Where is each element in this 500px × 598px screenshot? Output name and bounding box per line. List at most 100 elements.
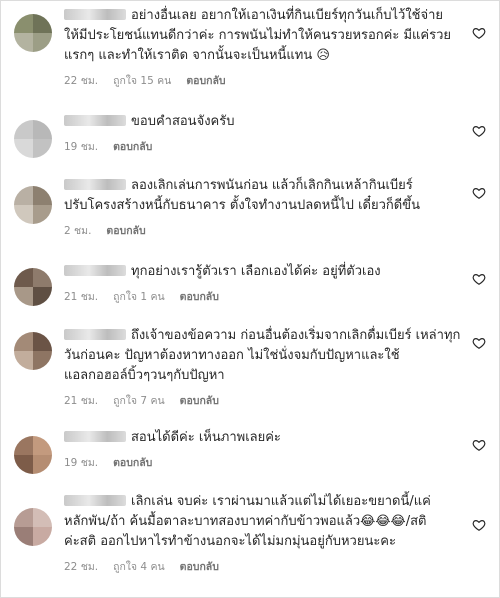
avatar-pixel bbox=[33, 455, 52, 474]
avatar-pixel bbox=[14, 436, 33, 455]
avatar[interactable] bbox=[14, 508, 52, 546]
comment-time: 22 ชม. bbox=[64, 561, 99, 573]
comment-body: สอนได้ดีค่ะ เห็นภาพเลยค่ะ 19 ชม. ตอบกลับ bbox=[64, 428, 464, 471]
reply-button[interactable]: ตอบกลับ bbox=[106, 225, 145, 237]
comment-text: ขอบคำสอนจังครับ bbox=[64, 112, 464, 132]
comment-line: อย่างอื่นเลย อยากให้เอาเงินที่กินเบียร์ท… bbox=[131, 8, 444, 23]
likes-count[interactable]: ถูกใจ 7 คน bbox=[113, 395, 165, 407]
comment-body: ลองเลิกเล่นการพนันก่อน แล้วก็เลิกกินเหล้… bbox=[64, 176, 464, 239]
comment-line: แรกๆ และทำให้เราติด จากนั้นจะเป็นหนี้แทน… bbox=[64, 48, 330, 63]
comment-time: 2 ชม. bbox=[64, 225, 92, 237]
comment-line: ทุกอย่างเรารู้ตัวเรา เลือกเองได้ค่ะ อยู่… bbox=[131, 264, 381, 279]
avatar-pixel bbox=[33, 33, 52, 52]
heart-icon[interactable] bbox=[472, 26, 486, 40]
heart-icon[interactable] bbox=[472, 518, 486, 532]
avatar[interactable] bbox=[14, 186, 52, 224]
likes-count[interactable]: ถูกใจ 4 คน bbox=[113, 561, 165, 573]
comment-meta: 19 ชม. ตอบกลับ bbox=[64, 454, 464, 471]
comment-body: ถึงเจ้าของข้อความ ก่อนอื่นต้องเริ่มจากเล… bbox=[64, 326, 464, 409]
avatar-pixel bbox=[14, 120, 33, 139]
avatar-pixel bbox=[14, 33, 33, 52]
heart-icon[interactable] bbox=[472, 124, 486, 138]
username-blurred[interactable] bbox=[64, 495, 126, 506]
avatar[interactable] bbox=[14, 436, 52, 474]
avatar-pixel bbox=[33, 14, 52, 33]
avatar-pixel bbox=[33, 205, 52, 224]
comment-body: ขอบคำสอนจังครับ 19 ชม. ตอบกลับ bbox=[64, 112, 464, 155]
comment-text: สอนได้ดีค่ะ เห็นภาพเลยค่ะ bbox=[64, 428, 464, 448]
username-blurred[interactable] bbox=[64, 9, 126, 20]
comment-text: ทุกอย่างเรารู้ตัวเรา เลือกเองได้ค่ะ อยู่… bbox=[64, 262, 464, 282]
avatar-pixel bbox=[33, 508, 52, 527]
avatar-pixel bbox=[14, 455, 33, 474]
comment-meta: 21 ชม. ถูกใจ 1 คน ตอบกลับ bbox=[64, 288, 464, 305]
avatar-pixel bbox=[14, 14, 33, 33]
username-blurred[interactable] bbox=[64, 115, 126, 126]
comment-line: ปรับโครงสร้างหนี้กับธนาคาร ตั้งใจทำงานปล… bbox=[64, 198, 420, 213]
comment-line: เลิกเล่น จบค่ะ เราผ่านมาแล้วแต่ไม่ได้เยอ… bbox=[131, 494, 431, 509]
avatar-pixel bbox=[33, 351, 52, 370]
comment-line: หลักพัน/ถ้า ค้นมื้อตาละบาทสองบาทค่ากับข้… bbox=[64, 514, 427, 529]
heart-icon[interactable] bbox=[472, 336, 486, 350]
reply-button[interactable]: ตอบกลับ bbox=[113, 457, 152, 469]
heart-icon[interactable] bbox=[472, 438, 486, 452]
comment-time: 21 ชม. bbox=[64, 291, 99, 303]
heart-icon[interactable] bbox=[472, 186, 486, 200]
comment-line: ค่ะสติ ออกไปหาไรทำข้างนอกจะได้ไม่มกมุ่นอ… bbox=[64, 534, 396, 549]
comment-body: เลิกเล่น จบค่ะ เราผ่านมาแล้วแต่ไม่ได้เยอ… bbox=[64, 492, 464, 575]
comment-text: ถึงเจ้าของข้อความ ก่อนอื่นต้องเริ่มจากเล… bbox=[64, 326, 464, 386]
avatar-pixel bbox=[33, 287, 52, 306]
comment-time: 19 ชม. bbox=[64, 141, 99, 153]
reply-button[interactable]: ตอบกลับ bbox=[180, 395, 219, 407]
comment-time: 19 ชม. bbox=[64, 457, 99, 469]
avatar-pixel bbox=[14, 268, 33, 287]
likes-count[interactable]: ถูกใจ 1 คน bbox=[113, 291, 165, 303]
avatar-pixel bbox=[14, 139, 33, 158]
reply-button[interactable]: ตอบกลับ bbox=[113, 141, 152, 153]
comment-line: สอนได้ดีค่ะ เห็นภาพเลยค่ะ bbox=[131, 430, 281, 445]
reply-button[interactable]: ตอบกลับ bbox=[180, 561, 219, 573]
avatar-pixel bbox=[33, 120, 52, 139]
heart-icon[interactable] bbox=[472, 272, 486, 286]
avatar-pixel bbox=[14, 351, 33, 370]
comment-text: ลองเลิกเล่นการพนันก่อน แล้วก็เลิกกินเหล้… bbox=[64, 176, 464, 216]
avatar-pixel bbox=[33, 139, 52, 158]
comment-time: 22 ชม. bbox=[64, 75, 99, 87]
username-blurred[interactable] bbox=[64, 265, 126, 276]
avatar-pixel bbox=[33, 332, 52, 351]
avatar-pixel bbox=[14, 527, 33, 546]
username-blurred[interactable] bbox=[64, 179, 126, 190]
comment-meta: 22 ชม. ถูกใจ 4 คน ตอบกลับ bbox=[64, 558, 464, 575]
avatar-pixel bbox=[14, 287, 33, 306]
likes-count[interactable]: ถูกใจ 15 คน bbox=[113, 75, 171, 87]
comment-meta: 22 ชม. ถูกใจ 15 คน ตอบกลับ bbox=[64, 72, 464, 89]
comment-time: 21 ชม. bbox=[64, 395, 99, 407]
comment-line: ถึงเจ้าของข้อความ ก่อนอื่นต้องเริ่มจากเล… bbox=[131, 328, 461, 343]
avatar-pixel bbox=[33, 527, 52, 546]
avatar[interactable] bbox=[14, 332, 52, 370]
comment-meta: 21 ชม. ถูกใจ 7 คน ตอบกลับ bbox=[64, 392, 464, 409]
comment-line: ขอบคำสอนจังครับ bbox=[131, 114, 235, 129]
comment-line: ให้มีประโยชน์แทนดีกว่าค่ะ การพนันไม่ทำให… bbox=[64, 28, 452, 43]
comment-body: อย่างอื่นเลย อยากให้เอาเงินที่กินเบียร์ท… bbox=[64, 6, 464, 89]
comment-text: เลิกเล่น จบค่ะ เราผ่านมาแล้วแต่ไม่ได้เยอ… bbox=[64, 492, 464, 552]
avatar[interactable] bbox=[14, 14, 52, 52]
username-blurred[interactable] bbox=[64, 431, 126, 442]
avatar-pixel bbox=[33, 186, 52, 205]
comment-meta: 19 ชม. ตอบกลับ bbox=[64, 138, 464, 155]
comment-body: ทุกอย่างเรารู้ตัวเรา เลือกเองได้ค่ะ อยู่… bbox=[64, 262, 464, 305]
comment-line: วันก่อนคะ ปัญหาต้องหาทางออก ไม่ใช่นั่งจม… bbox=[64, 348, 400, 363]
reply-button[interactable]: ตอบกลับ bbox=[186, 75, 225, 87]
comment-line: ลองเลิกเล่นการพนันก่อน แล้วก็เลิกกินเหล้… bbox=[131, 178, 413, 193]
reply-button[interactable]: ตอบกลับ bbox=[180, 291, 219, 303]
avatar-pixel bbox=[33, 436, 52, 455]
avatar-pixel bbox=[14, 205, 33, 224]
comment-meta: 2 ชม. ตอบกลับ bbox=[64, 222, 464, 239]
username-blurred[interactable] bbox=[64, 329, 126, 340]
avatar[interactable] bbox=[14, 268, 52, 306]
avatar-pixel bbox=[14, 508, 33, 527]
avatar-pixel bbox=[14, 186, 33, 205]
comment-line: แอลกอฮอล์บิ้วๆวนๆกับปัญหา bbox=[64, 368, 225, 383]
avatar[interactable] bbox=[14, 120, 52, 158]
avatar-pixel bbox=[33, 268, 52, 287]
